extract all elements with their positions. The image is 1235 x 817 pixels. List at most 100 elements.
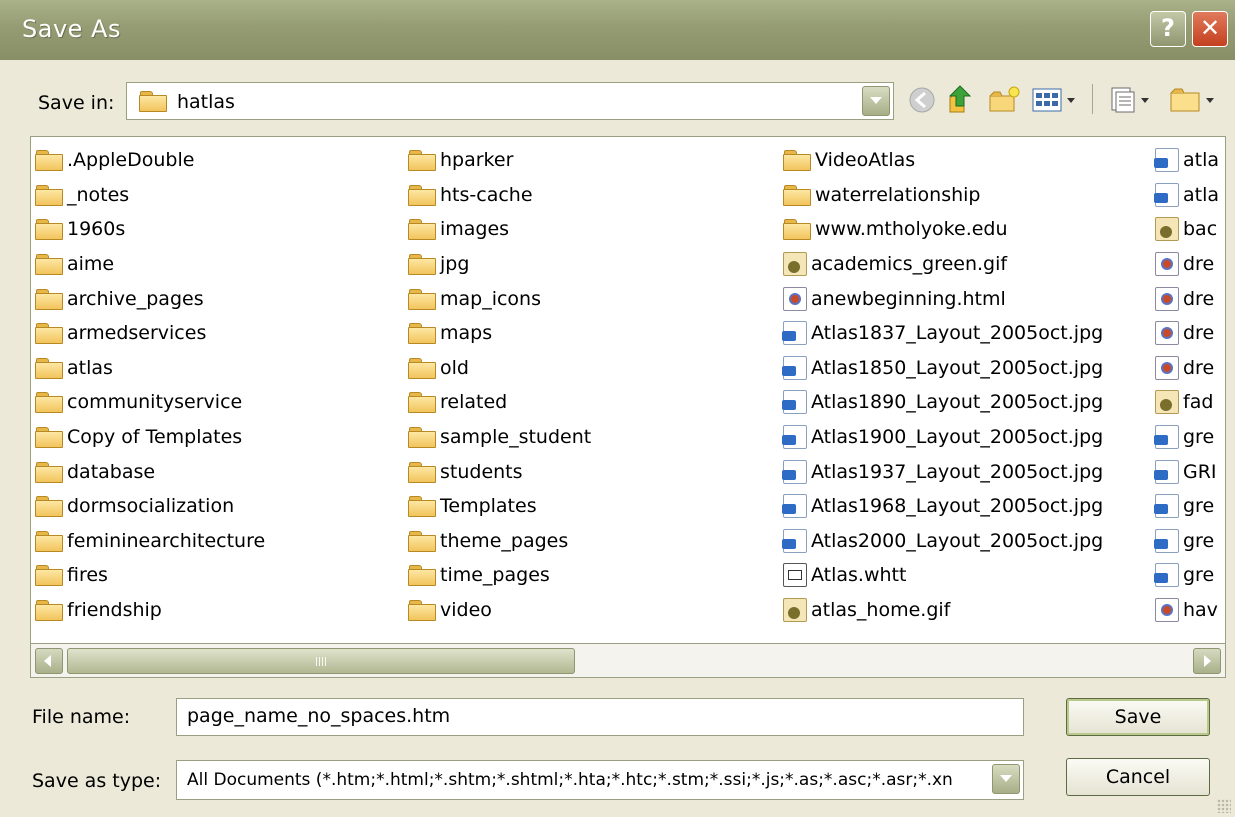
save-as-type-dropdown[interactable]: All Documents (*.htm;*.html;*.shtm;*.sht… (176, 760, 1024, 800)
folder-icon (783, 219, 811, 241)
list-item[interactable]: students (408, 454, 591, 489)
list-item[interactable]: dormsocialization (35, 489, 265, 524)
list-item[interactable]: Atlas2000_Layout_2005oct.jpg (782, 524, 1104, 559)
list-item[interactable]: armedservices (35, 316, 265, 351)
list-item[interactable]: gre (1154, 558, 1219, 593)
gif-file-icon (783, 252, 807, 277)
folder-icon (35, 392, 63, 414)
list-item[interactable]: atlas_home.gif (783, 593, 1103, 628)
list-item[interactable]: jpg (408, 247, 591, 282)
jpg-file-icon (1154, 563, 1179, 588)
list-item-label: waterrelationship (815, 183, 981, 206)
list-item[interactable]: aime (35, 247, 265, 282)
list-item[interactable]: theme_pages (408, 524, 591, 559)
list-item[interactable]: dre (1155, 316, 1219, 351)
list-item[interactable]: sample_student (408, 420, 591, 455)
horizontal-scrollbar[interactable] (30, 644, 1226, 678)
list-item[interactable]: Copy of Templates (35, 420, 265, 455)
list-item-label: www.mtholyoke.edu (815, 218, 1008, 241)
chevron-down-icon[interactable] (862, 86, 890, 116)
help-button[interactable]: ? (1150, 11, 1186, 47)
title-bar[interactable]: Save As ? ✕ (0, 0, 1235, 60)
list-item[interactable]: fad (1155, 385, 1219, 420)
list-item[interactable]: www.mtholyoke.edu (783, 212, 1103, 247)
list-item[interactable]: Atlas1937_Layout_2005oct.jpg (782, 454, 1103, 489)
save-as-type-value: All Documents (*.htm;*.html;*.shtm;*.sht… (187, 770, 953, 790)
list-item[interactable]: academics_green.gif (783, 247, 1103, 282)
file-list-column: .AppleDouble _notes 1960s aime archive_pages… (35, 143, 265, 627)
list-item-label: fires (67, 564, 108, 587)
save-button[interactable]: Save (1066, 698, 1210, 736)
cancel-button[interactable]: Cancel (1066, 758, 1210, 796)
list-item[interactable]: fires (35, 558, 265, 593)
list-item-label: related (440, 391, 508, 414)
folder-icon (35, 357, 63, 379)
list-item[interactable]: Atlas1968_Layout_2005oct.jpg (782, 489, 1103, 524)
folder-icon (35, 254, 63, 276)
list-item[interactable]: hparker (408, 143, 591, 178)
html-file-icon (1155, 321, 1179, 346)
save-in-dropdown[interactable]: hatlas (126, 82, 894, 120)
tools-menu-icon[interactable] (1106, 84, 1158, 116)
list-item[interactable]: femininearchitecture (35, 524, 265, 559)
scrollbar-thumb[interactable] (67, 648, 575, 674)
folder-icon (35, 530, 63, 552)
list-item[interactable]: Atlas1837_Layout_2005oct.jpg (782, 316, 1103, 351)
list-item[interactable]: dre (1155, 281, 1219, 316)
chevron-down-icon[interactable] (992, 764, 1020, 794)
list-item-label: hparker (440, 149, 514, 172)
list-item[interactable]: VideoAtlas (783, 143, 1103, 178)
list-item[interactable]: waterrelationship (783, 178, 1103, 213)
list-item[interactable]: friendship (35, 593, 265, 628)
list-item[interactable]: .AppleDouble (35, 143, 265, 178)
list-item[interactable]: Atlas1900_Layout_2005oct.jpg (782, 420, 1103, 455)
list-item[interactable]: dre (1155, 351, 1219, 386)
folder-icon (408, 150, 436, 172)
list-item[interactable]: _notes (35, 178, 265, 213)
close-button[interactable]: ✕ (1192, 11, 1228, 47)
list-item[interactable]: old (408, 351, 591, 386)
list-item[interactable]: GRI (1154, 454, 1219, 489)
list-item[interactable]: Atlas1890_Layout_2005oct.jpg (782, 385, 1104, 420)
list-item[interactable]: atla (1154, 143, 1219, 178)
resize-grip-icon[interactable] (1217, 799, 1231, 813)
list-item[interactable]: anewbeginning.html (783, 281, 1103, 316)
list-item[interactable]: Atlas.whtt (783, 558, 1103, 593)
list-item[interactable]: time_pages (408, 558, 591, 593)
list-item[interactable]: gre (1154, 524, 1219, 559)
folder-menu-icon[interactable] (1168, 84, 1224, 116)
list-item[interactable]: atlas (35, 351, 265, 386)
file-list[interactable]: .AppleDouble _notes 1960s aime archive_pages… (30, 136, 1226, 644)
scroll-left-button[interactable] (35, 648, 63, 674)
list-item[interactable]: communityservice (35, 385, 265, 420)
list-item[interactable]: Atlas1850_Layout_2005oct.jpg (782, 351, 1103, 386)
up-one-level-icon[interactable] (944, 84, 978, 116)
create-new-folder-icon[interactable] (986, 84, 1022, 116)
list-item[interactable]: images (408, 212, 591, 247)
list-item[interactable]: related (408, 385, 591, 420)
view-menu-icon[interactable] (1030, 84, 1080, 116)
list-item[interactable]: database (35, 454, 265, 489)
list-item-label: fad (1183, 391, 1214, 414)
list-item[interactable]: gre (1154, 489, 1219, 524)
back-icon[interactable] (906, 84, 940, 116)
file-name-input[interactable]: page_name_no_spaces.htm (176, 698, 1024, 736)
list-item[interactable]: dre (1155, 247, 1219, 282)
list-item-label: Atlas1890_Layout_2005oct.jpg (811, 391, 1104, 414)
gif-file-icon (1155, 390, 1179, 415)
list-item[interactable]: archive_pages (35, 281, 265, 316)
list-item[interactable]: Templates (408, 489, 591, 524)
list-item[interactable]: video (408, 593, 591, 628)
list-item[interactable]: atla (1154, 178, 1219, 213)
list-item[interactable]: 1960s (35, 212, 265, 247)
list-item[interactable]: maps (408, 316, 591, 351)
gif-file-icon (783, 598, 807, 623)
scroll-right-button[interactable] (1193, 648, 1221, 674)
list-item[interactable]: gre (1154, 420, 1219, 455)
list-item[interactable]: hts-cache (408, 178, 591, 213)
list-item-label: Atlas2000_Layout_2005oct.jpg (811, 529, 1104, 552)
list-item[interactable]: map_icons (408, 281, 591, 316)
file-list-column: atla atla bac dre dre dre dre fad gre GRI gre gre gr… (1154, 143, 1219, 628)
list-item[interactable]: hav (1155, 593, 1219, 628)
list-item[interactable]: bac (1155, 212, 1219, 247)
